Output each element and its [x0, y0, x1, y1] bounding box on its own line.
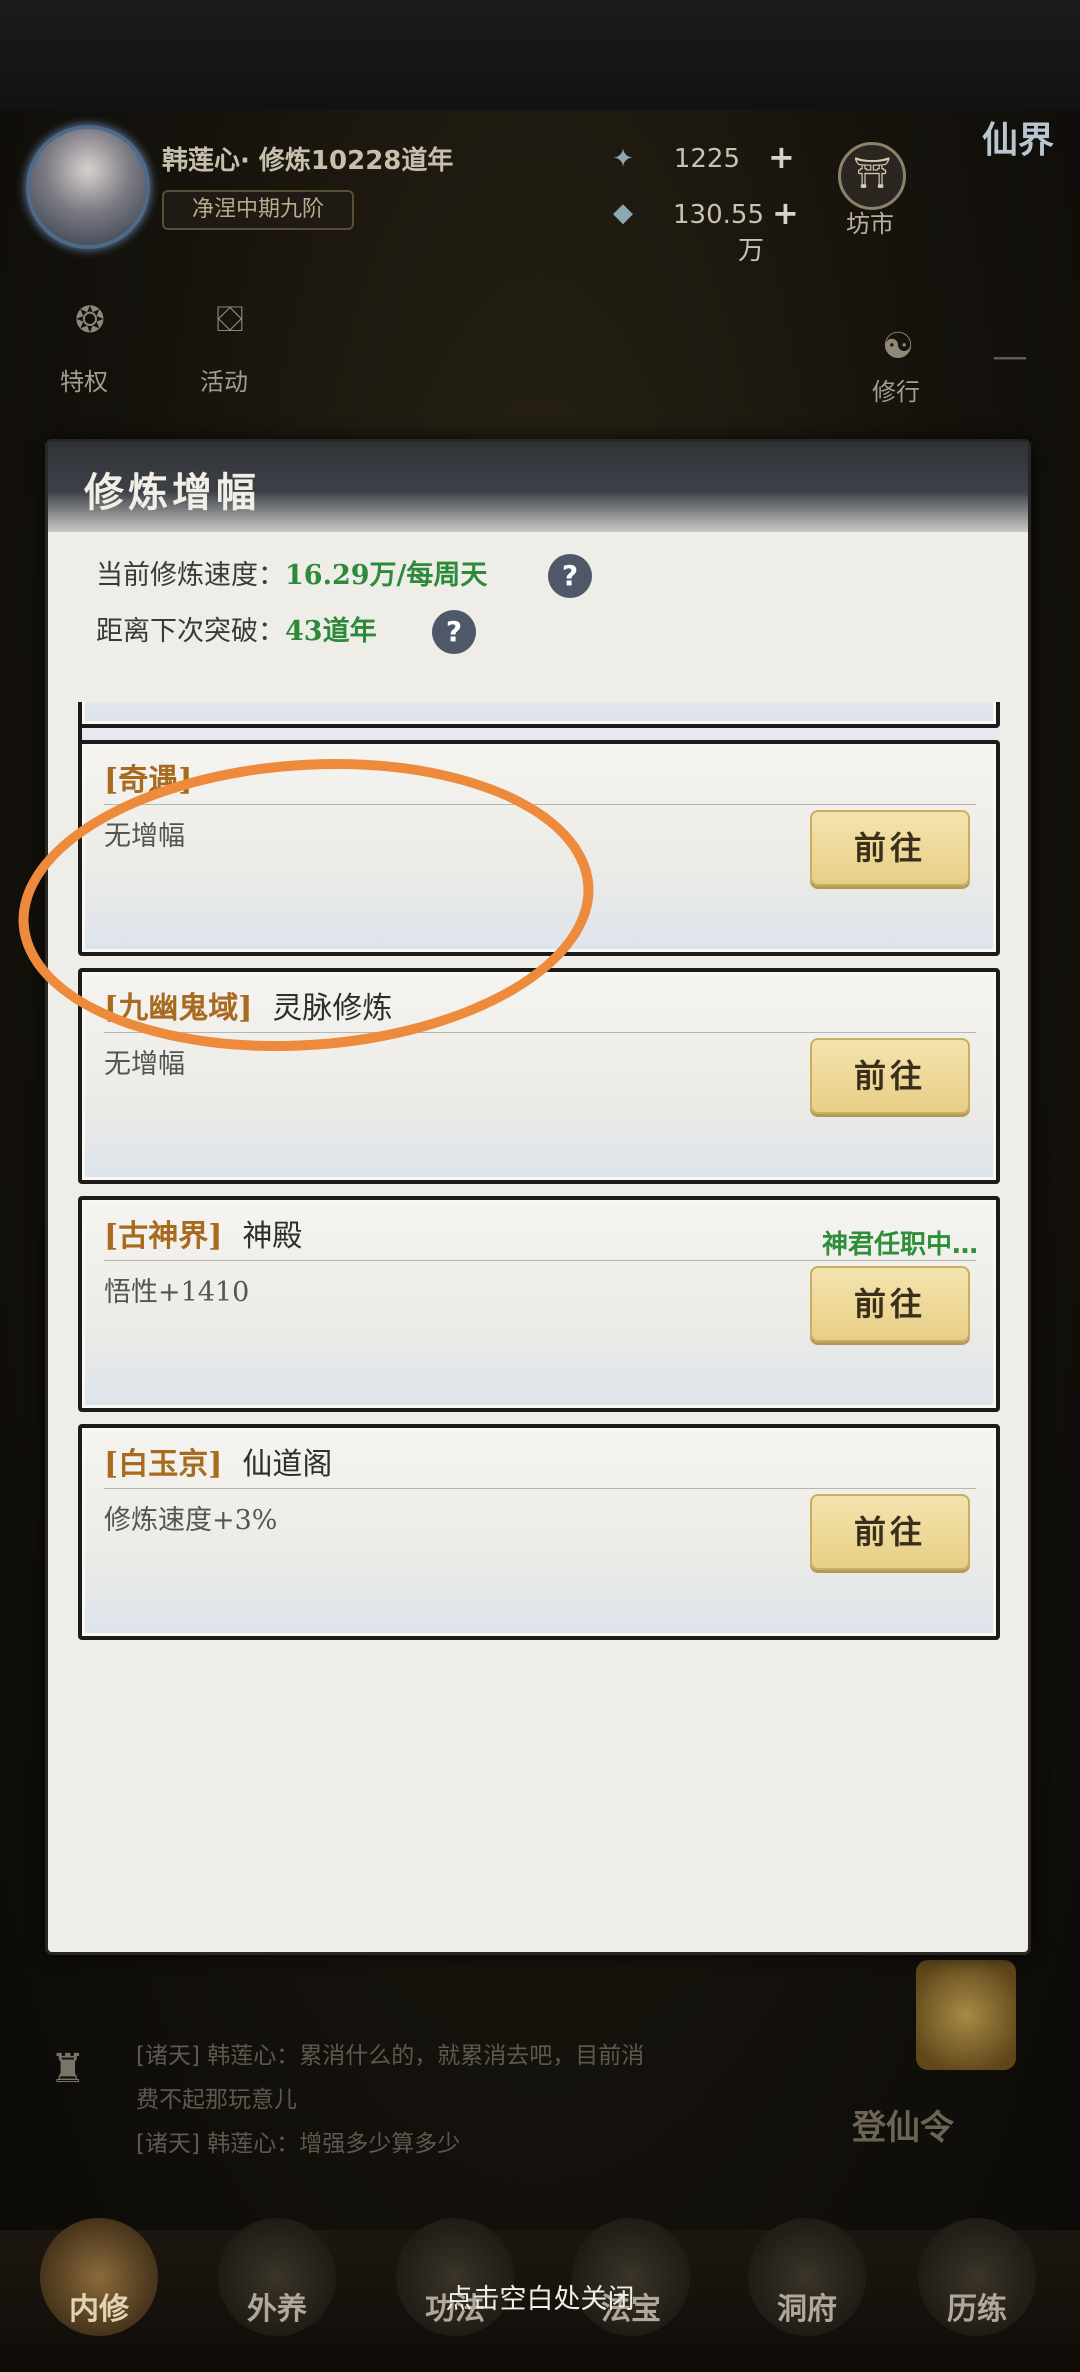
breakthrough-value: 43道年	[285, 616, 377, 647]
boost-status: 神君任职中…	[821, 1230, 978, 1260]
chat-line-2: 费不起那玩意儿	[136, 2087, 297, 2113]
jade-currency-add-button[interactable]: +	[768, 138, 795, 176]
boost-card: [白玉京] 仙道阁修炼速度+3% 前往	[78, 1424, 1000, 1640]
boost-detail-line: 无增幅	[104, 1049, 185, 1080]
market-icon[interactable]: ⛩	[838, 142, 906, 210]
boost-card: [奇遇] 无增幅 前往	[78, 740, 1000, 956]
dialog-header: 修炼增幅	[48, 442, 1028, 532]
boost-source-title: 神殿	[242, 1219, 303, 1254]
activity-icon[interactable]: ⛋	[198, 292, 262, 348]
boost-detail-line: 无增幅	[104, 821, 185, 852]
spirit-stone-icon: ◆	[613, 198, 633, 228]
player-name: 韩莲心· 修炼10228道年	[162, 146, 454, 176]
speed-help-icon[interactable]: ?	[548, 554, 592, 598]
boost-source-tag: [古神界]	[104, 1219, 223, 1254]
boost-source-tag: [奇遇]	[104, 763, 193, 798]
boost-detail-line: 修炼速度+3%	[104, 1505, 278, 1536]
breakthrough-help-icon[interactable]: ?	[432, 610, 476, 654]
close-hint[interactable]: 点击空白处关闭	[0, 2277, 1080, 2316]
jade-currency-icon: ✦	[612, 144, 634, 174]
current-speed-label: 当前修炼速度：	[96, 560, 285, 591]
cultivate-label: 修行	[872, 378, 920, 406]
market-label: 坊市	[846, 210, 894, 238]
cultivation-boost-dialog: 修炼增幅 当前修炼速度：16.29万/每周天 ? 距离下次突破：43道年 ? […	[48, 442, 1028, 1952]
boost-list[interactable]: [悟道香]使用悟道香，提升修炼倍速悟道香（三品）：未使用悟道香（四品）：未使用悟…	[78, 702, 1000, 1942]
jade-currency-value: 1225	[673, 144, 740, 174]
chat-icon[interactable]: ♜	[50, 2046, 100, 2112]
spirit-stone-add-button[interactable]: +	[772, 194, 799, 232]
cultivate-icon[interactable]: ☯	[866, 318, 930, 374]
boost-card: [悟道香]使用悟道香，提升修炼倍速悟道香（三品）：未使用悟道香（四品）：未使用悟…	[78, 702, 1000, 728]
activity-label: 活动	[200, 368, 248, 396]
collapse-icon[interactable]: —	[978, 328, 1042, 384]
boost-card-header: [九幽鬼域] 灵脉修炼	[104, 986, 976, 1033]
boost-source-title: 灵脉修炼	[272, 991, 393, 1026]
realm-badge: 净涅中期九阶	[162, 190, 354, 230]
dialog-title: 修炼增幅	[84, 469, 260, 516]
chat-line-3: [诸天] 韩莲心：增强多少算多少	[136, 2131, 461, 2157]
player-avatar[interactable]	[26, 125, 150, 249]
boost-detail-line: 悟性+1410	[104, 1277, 250, 1308]
current-speed-value: 16.29万/每周天	[285, 560, 488, 591]
boost-card: [九幽鬼域] 灵脉修炼无增幅 前往	[78, 968, 1000, 1184]
privilege-label: 特权	[60, 368, 108, 396]
boost-source-tag: [白玉京]	[104, 1447, 223, 1482]
go-button[interactable]: 前往	[810, 810, 970, 886]
boost-source-title: 仙道阁	[242, 1447, 333, 1482]
chat-line-1: [诸天] 韩莲心：累消什么的，就累消去吧，目前消	[136, 2043, 645, 2069]
spirit-stone-value: 130.55万	[673, 200, 764, 266]
current-speed-line: 当前修炼速度：16.29万/每周天	[96, 556, 487, 596]
privilege-icon[interactable]: ❂	[58, 292, 122, 348]
boost-card-header: [奇遇]	[104, 758, 976, 805]
boost-source-tag: [九幽鬼域]	[104, 991, 253, 1026]
ascend-label: 登仙令	[852, 2108, 954, 2148]
go-button[interactable]: 前往	[810, 1266, 970, 1342]
status-bar-area	[0, 0, 1080, 110]
boost-card-header: [白玉京] 仙道阁	[104, 1442, 976, 1489]
ascend-token-icon[interactable]	[916, 1960, 1016, 2070]
go-button[interactable]: 前往	[810, 1038, 970, 1114]
realm-sign[interactable]: 仙界	[968, 120, 1068, 240]
boost-card: [古神界] 神殿悟性+1410 神君任职中… 前往	[78, 1196, 1000, 1412]
breakthrough-label: 距离下次突破：	[96, 616, 285, 647]
boost-detail-line: 悟道香（五品）：未使用	[104, 702, 388, 705]
go-button[interactable]: 前往	[810, 1494, 970, 1570]
breakthrough-line: 距离下次突破：43道年	[96, 612, 377, 652]
